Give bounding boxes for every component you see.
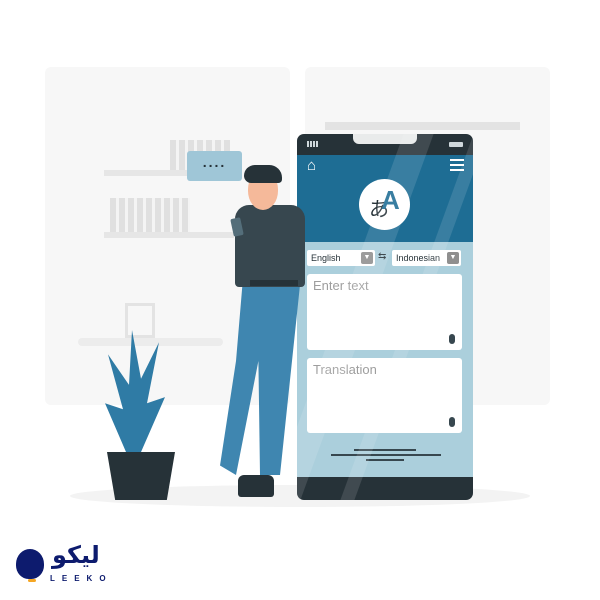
brand-mascot-icon (16, 549, 44, 579)
home-icon[interactable]: ⌂ (307, 158, 323, 173)
phone-mockup: ⌂ あ A English ▼ ⇆ Indonesian ▼ Enter text … (297, 134, 473, 500)
chevron-down-icon: ▼ (447, 252, 459, 264)
divider-line (331, 454, 441, 456)
plant-pot (107, 452, 175, 500)
battery-icon (449, 142, 463, 147)
divider-line (366, 459, 404, 461)
picture-frame (125, 303, 155, 338)
brand-mascot-foot (28, 579, 36, 582)
speech-bubble: .... (187, 151, 242, 181)
source-language-label: English (311, 253, 341, 263)
microphone-icon[interactable] (449, 417, 455, 427)
brand-logo: لیکو LEEKO (12, 541, 107, 587)
person-shoes (238, 475, 274, 497)
signal-icon (307, 141, 319, 147)
brand-latin-name: LEEKO (50, 574, 113, 583)
person-torso (235, 205, 305, 287)
person-hair (244, 165, 282, 183)
shelf-bottom (104, 232, 234, 238)
microphone-icon[interactable] (449, 334, 455, 344)
person-belt (250, 280, 298, 286)
books (110, 198, 190, 232)
brand-arabic-name: لیکو (52, 541, 100, 569)
table (78, 338, 223, 346)
